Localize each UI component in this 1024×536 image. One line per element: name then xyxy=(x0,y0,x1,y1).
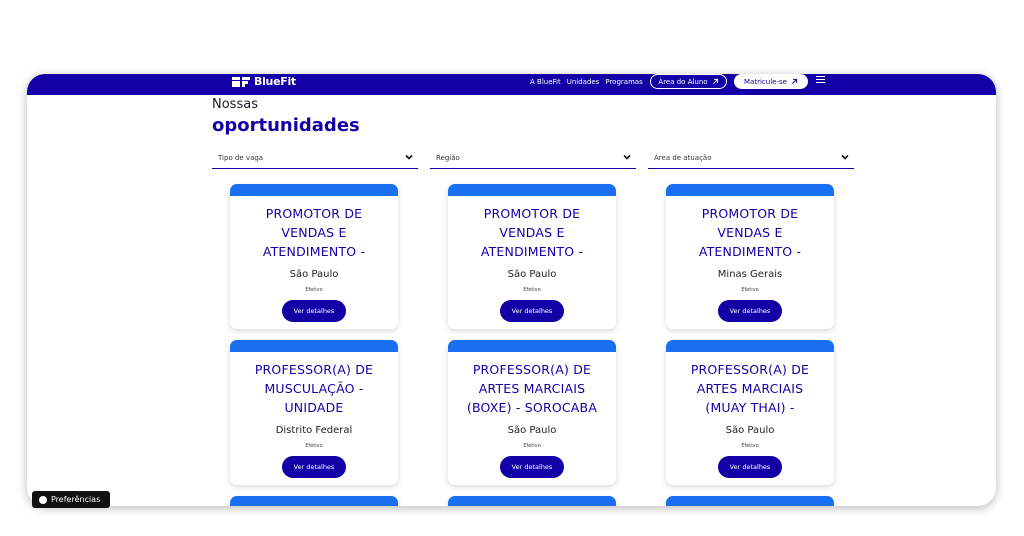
job-location: São Paulo xyxy=(725,425,775,436)
job-type: Efetivo xyxy=(741,287,759,293)
filter-label: Tipo de vaga xyxy=(218,154,264,162)
job-type: Efetivo xyxy=(305,287,323,293)
card-stripe xyxy=(230,496,398,506)
page-heading-small: Nossas xyxy=(212,97,258,112)
top-navbar: BlueFit A BlueFit Unidades Programas Áre… xyxy=(27,74,996,95)
matricule-label: Matricule-se xyxy=(744,77,787,86)
chevron-down-icon xyxy=(405,154,413,160)
card-stripe xyxy=(448,496,616,506)
job-title: PROMOTOR DE VENDAS E ATENDIMENTO - xyxy=(698,206,802,259)
job-card: PROFESSOR(A) DE ARTES MARCIAIS (BOXE) - … xyxy=(448,340,616,485)
job-card: PROFESSOR(A) DE ARTES MARCIAIS (MUAY THA… xyxy=(666,340,834,485)
card-stripe xyxy=(666,496,834,506)
job-card: PROMOTOR DE VENDAS E ATENDIMENTO - São P… xyxy=(448,184,616,329)
logo[interactable]: BlueFit xyxy=(232,75,296,88)
logo-text: BlueFit xyxy=(254,75,296,88)
chevron-down-icon xyxy=(623,154,631,160)
job-card-partial xyxy=(448,496,616,506)
matricule-button[interactable]: Matricule-se xyxy=(734,74,808,89)
job-location: Minas Gerais xyxy=(717,269,783,280)
arrow-up-right-icon xyxy=(792,78,798,84)
card-stripe xyxy=(448,340,616,352)
job-title: PROMOTOR DE VENDAS E ATENDIMENTO - xyxy=(480,206,584,259)
ver-detalhes-button[interactable]: Ver detalhes xyxy=(500,456,564,478)
job-location: São Paulo xyxy=(507,269,557,280)
ver-detalhes-button[interactable]: Ver detalhes xyxy=(500,300,564,322)
job-location: Distrito Federal xyxy=(275,425,353,436)
card-stripe xyxy=(230,340,398,352)
job-card: PROMOTOR DE VENDAS E ATENDIMENTO - Minas… xyxy=(666,184,834,329)
cookie-preferences-label: Preferências xyxy=(51,495,101,504)
job-card-partial xyxy=(666,496,834,506)
card-stripe xyxy=(230,184,398,196)
filter-label: Região xyxy=(436,154,460,162)
main-nav: A BlueFit Unidades Programas xyxy=(530,78,643,86)
nav-item-bluefit[interactable]: A BlueFit xyxy=(530,78,561,86)
job-title: PROFESSOR(A) DE ARTES MARCIAIS (BOXE) - … xyxy=(466,362,598,415)
job-card: PROMOTOR DE VENDAS E ATENDIMENTO - São P… xyxy=(230,184,398,329)
area-aluno-label: Área do Aluno xyxy=(658,77,708,86)
job-location: São Paulo xyxy=(507,425,557,436)
hamburger-menu-icon[interactable] xyxy=(816,76,825,85)
card-stripe xyxy=(448,184,616,196)
ver-detalhes-button[interactable]: Ver detalhes xyxy=(282,300,346,322)
job-title: PROFESSOR(A) DE ARTES MARCIAIS (MUAY THA… xyxy=(690,362,810,415)
job-title: PROMOTOR DE VENDAS E ATENDIMENTO - xyxy=(262,206,366,259)
filter-tipo-vaga[interactable]: Tipo de vaga xyxy=(212,147,418,169)
job-location: São Paulo xyxy=(289,269,339,280)
job-type: Efetivo xyxy=(741,443,759,449)
job-type: Efetivo xyxy=(305,443,323,449)
job-card: PROFESSOR(A) DE MUSCULAÇÃO - UNIDADE Dis… xyxy=(230,340,398,485)
ver-detalhes-button[interactable]: Ver detalhes xyxy=(718,300,782,322)
chevron-down-icon xyxy=(841,154,849,160)
nav-item-unidades[interactable]: Unidades xyxy=(567,78,600,86)
ver-detalhes-button[interactable]: Ver detalhes xyxy=(282,456,346,478)
filter-area-atuacao[interactable]: Área de atuação xyxy=(648,147,854,169)
job-card-partial xyxy=(230,496,398,506)
job-type: Efetivo xyxy=(523,443,541,449)
arrow-up-right-icon xyxy=(712,78,718,84)
nav-item-programas[interactable]: Programas xyxy=(605,78,642,86)
browser-frame: BlueFit A BlueFit Unidades Programas Áre… xyxy=(27,74,996,506)
card-stripe xyxy=(666,340,834,352)
cookie-icon xyxy=(39,495,47,504)
ver-detalhes-button[interactable]: Ver detalhes xyxy=(718,456,782,478)
filter-regiao[interactable]: Região xyxy=(430,147,636,169)
bluefit-logo-icon xyxy=(232,76,250,87)
job-type: Efetivo xyxy=(523,287,541,293)
area-aluno-button[interactable]: Área do Aluno xyxy=(650,74,727,89)
cookie-preferences-button[interactable]: Preferências xyxy=(32,491,110,508)
filter-label: Área de atuação xyxy=(654,154,712,162)
page-title: oportunidades xyxy=(212,115,360,136)
job-title: PROFESSOR(A) DE MUSCULAÇÃO - UNIDADE xyxy=(254,362,374,415)
card-stripe xyxy=(666,184,834,196)
